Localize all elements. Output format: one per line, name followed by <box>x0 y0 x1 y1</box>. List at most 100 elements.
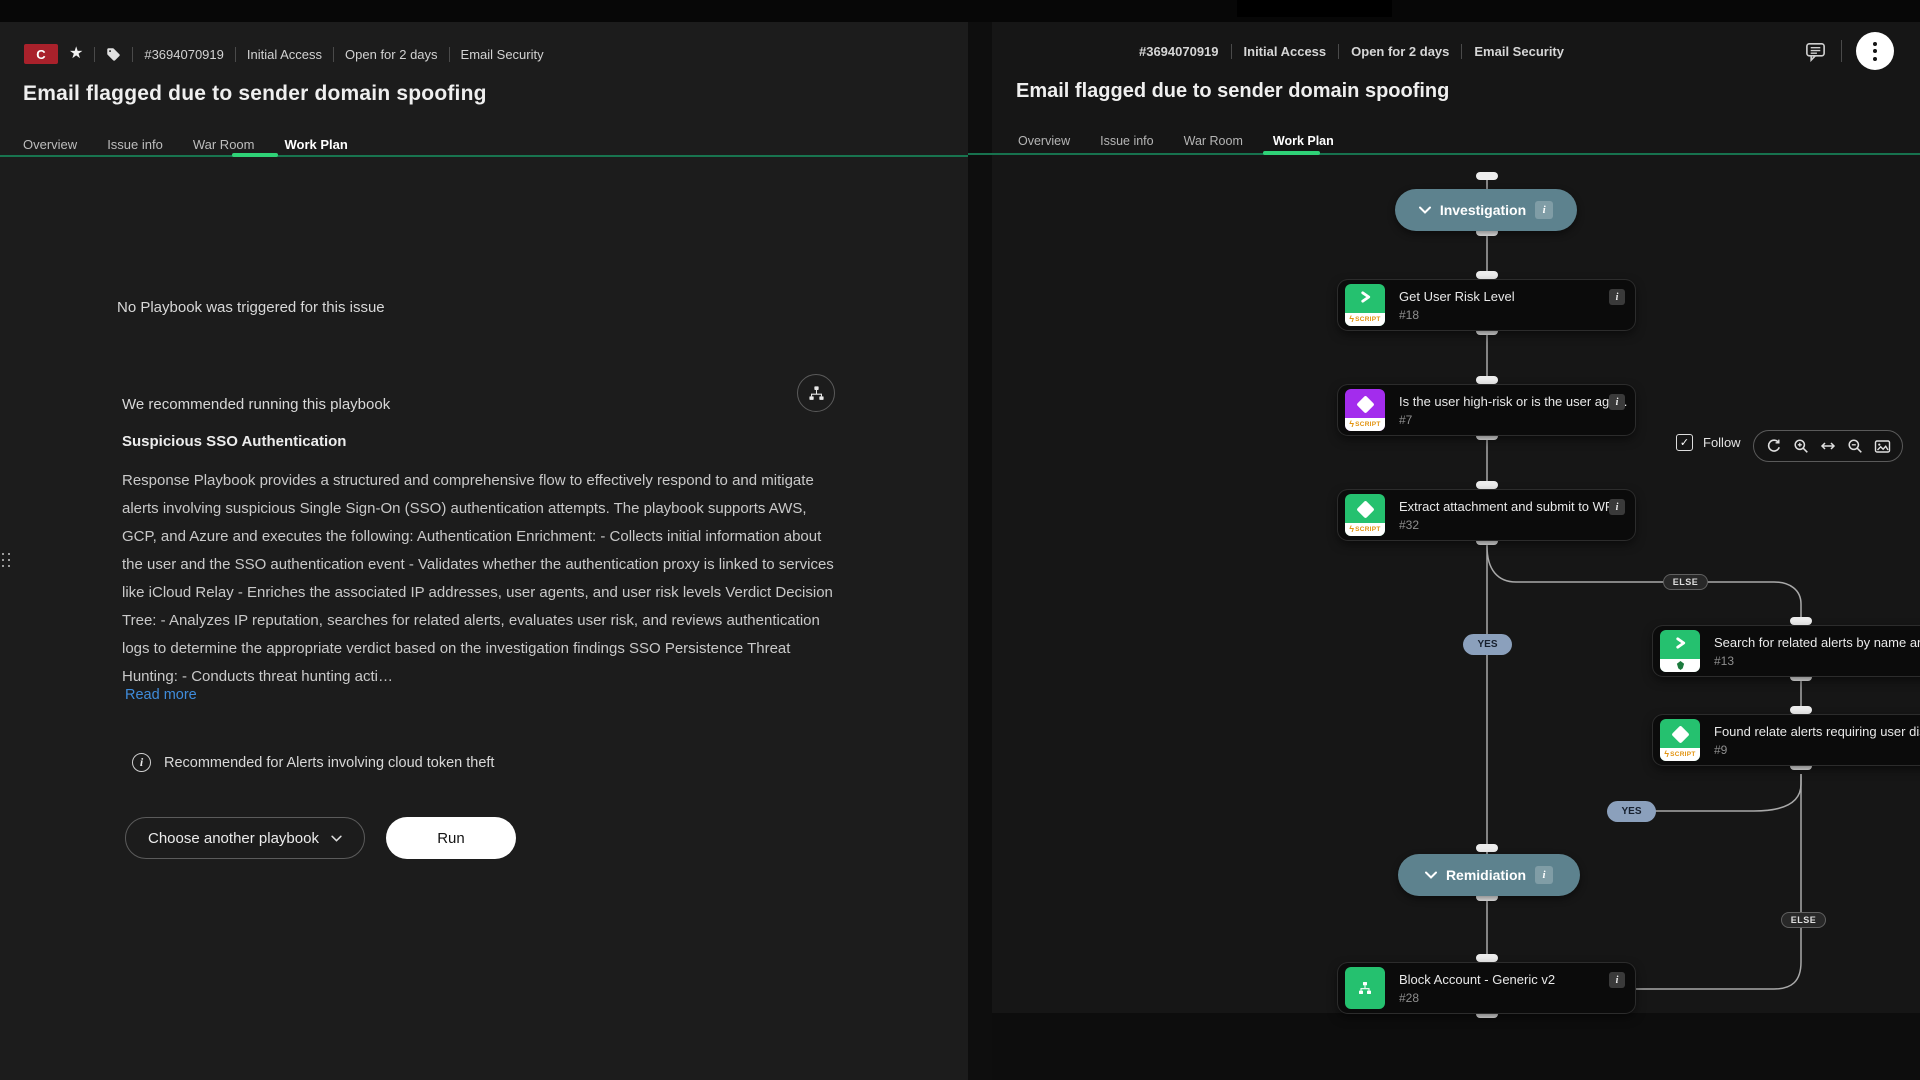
tab-underline-track <box>0 155 968 157</box>
playbook-preview-button[interactable] <box>797 374 835 412</box>
task-node-found-related-alerts[interactable]: ϟSCRIPT Found relate alerts requiring us… <box>1653 715 1920 765</box>
shared-window-bottom <box>992 1013 1920 1080</box>
edge-label-yes: YES <box>1463 634 1512 655</box>
action-buttons: Choose another playbook Run <box>125 817 516 859</box>
issue-tactic: Initial Access <box>247 47 322 62</box>
sitemap-icon <box>808 385 825 402</box>
follow-control[interactable]: ✓ Follow <box>1676 434 1741 451</box>
edge-label-yes: YES <box>1607 801 1656 822</box>
no-playbook-message: No Playbook was triggered for this issue <box>117 299 385 316</box>
task-title: Block Account - Generic v2 <box>1399 972 1635 987</box>
edge-label-else: ELSE <box>1781 912 1826 928</box>
task-title: Is the user high-risk or is the user age… <box>1399 394 1635 409</box>
divider <box>132 47 133 62</box>
info-icon[interactable]: i <box>1535 866 1553 884</box>
zoom-out-button[interactable] <box>1844 435 1866 457</box>
divider <box>449 47 450 62</box>
info-icon[interactable]: i <box>1609 289 1625 305</box>
playbook-task-icon <box>1345 967 1385 1009</box>
bolt-icon: ϟ <box>1349 525 1354 534</box>
task-id: #18 <box>1399 308 1635 322</box>
read-more-link[interactable]: Read more <box>125 687 197 703</box>
run-button[interactable]: Run <box>386 817 516 859</box>
task-title: Search for related alerts by name and... <box>1714 635 1920 650</box>
vendor-logo-icon <box>1676 661 1685 670</box>
recommendation-note-row: i Recommended for Alerts involving cloud… <box>132 753 494 772</box>
condition-task-icon: ϟSCRIPT <box>1345 494 1385 536</box>
chevron-down-icon <box>1425 871 1437 879</box>
issue-detail-panel: C ★ #3694070919 Initial Access Open for … <box>0 22 968 1080</box>
bolt-icon: ϟ <box>1664 750 1669 759</box>
work-plan-panel: #3694070919 Initial Access Open for 2 da… <box>968 22 1920 1080</box>
top-strip <box>0 0 1920 22</box>
info-icon[interactable]: i <box>1609 499 1625 515</box>
issue-status: Open for 2 days <box>345 47 438 62</box>
task-title: Found relate alerts requiring user disa.… <box>1714 724 1920 739</box>
panel-drag-handle[interactable] <box>1 550 11 570</box>
info-icon[interactable]: i <box>1535 201 1553 219</box>
condition-task-icon: ϟSCRIPT <box>1660 719 1700 761</box>
zoom-in-button[interactable] <box>1790 435 1812 457</box>
bolt-icon: ϟ <box>1349 420 1354 429</box>
info-icon[interactable]: i <box>1609 394 1625 410</box>
task-id: #13 <box>1714 654 1920 668</box>
script-task-icon: ϟSCRIPT <box>1345 284 1385 326</box>
workflow-canvas[interactable]: Investigation i Remidiation i ϟSCRIPT Ge… <box>968 22 1920 1080</box>
section-label: Remidiation <box>1446 867 1526 883</box>
edge-label-else: ELSE <box>1663 574 1708 590</box>
page-title: Email flagged due to sender domain spoof… <box>23 82 487 106</box>
top-strip-tab <box>1237 0 1392 17</box>
connector-stub <box>1476 376 1498 384</box>
task-node-search-related-alerts[interactable]: Search for related alerts by name and...… <box>1653 626 1920 676</box>
tab-underline-active <box>232 153 278 157</box>
choose-playbook-label: Choose another playbook <box>148 830 319 847</box>
chevron-down-icon <box>331 835 342 842</box>
divider <box>94 47 95 62</box>
section-remediation[interactable]: Remidiation i <box>1398 854 1580 896</box>
severity-badge: C <box>24 44 58 64</box>
connector-stub <box>1476 172 1498 180</box>
task-id: #32 <box>1399 518 1635 532</box>
connector-stub <box>1476 271 1498 279</box>
connector-stub <box>1476 844 1498 852</box>
connector-stub <box>1790 617 1812 625</box>
section-investigation[interactable]: Investigation i <box>1395 189 1577 231</box>
divider <box>333 47 334 62</box>
info-icon: i <box>132 753 151 772</box>
star-icon[interactable]: ★ <box>69 46 83 62</box>
issue-header-row: C ★ #3694070919 Initial Access Open for … <box>24 44 544 64</box>
tag-icon[interactable] <box>106 47 121 62</box>
task-id: #9 <box>1714 743 1920 757</box>
playbook-description: Response Playbook provides a structured … <box>122 467 834 691</box>
task-node-block-account[interactable]: Block Account - Generic v2 #28 i <box>1338 963 1635 1013</box>
divider <box>235 47 236 62</box>
fit-screen-button[interactable] <box>1871 435 1893 457</box>
recommendation-note: Recommended for Alerts involving cloud t… <box>164 755 494 771</box>
info-icon[interactable]: i <box>1609 972 1625 988</box>
task-node-get-user-risk-level[interactable]: ϟSCRIPT Get User Risk Level #18 i <box>1338 280 1635 330</box>
issue-id: #3694070919 <box>144 47 224 62</box>
choose-playbook-button[interactable]: Choose another playbook <box>125 817 365 859</box>
canvas-view-toolbar <box>1753 430 1903 462</box>
workflow-edges <box>968 22 1920 1080</box>
fit-width-button[interactable] <box>1817 435 1839 457</box>
connector-stub <box>1476 481 1498 489</box>
follow-label: Follow <box>1703 435 1741 450</box>
issue-category: Email Security <box>461 47 544 62</box>
task-node-extract-attachment[interactable]: ϟSCRIPT Extract attachment and submit to… <box>1338 490 1635 540</box>
task-id: #7 <box>1399 413 1635 427</box>
task-title: Extract attachment and submit to WF... <box>1399 499 1635 514</box>
section-label: Investigation <box>1440 202 1526 218</box>
recommendation-intro: We recommended running this playbook <box>122 396 390 413</box>
integration-task-icon <box>1660 630 1700 672</box>
condition-task-icon: ϟSCRIPT <box>1345 389 1385 431</box>
chevron-down-icon <box>1419 206 1431 214</box>
reset-view-button[interactable] <box>1763 435 1785 457</box>
task-id: #28 <box>1399 991 1635 1005</box>
connector-stub <box>1476 954 1498 962</box>
follow-checkbox[interactable]: ✓ <box>1676 434 1693 451</box>
app-window: C ★ #3694070919 Initial Access Open for … <box>0 0 1920 1080</box>
playbook-name: Suspicious SSO Authentication <box>122 433 346 450</box>
task-title: Get User Risk Level <box>1399 289 1635 304</box>
task-node-is-user-high-risk[interactable]: ϟSCRIPT Is the user high-risk or is the … <box>1338 385 1635 435</box>
